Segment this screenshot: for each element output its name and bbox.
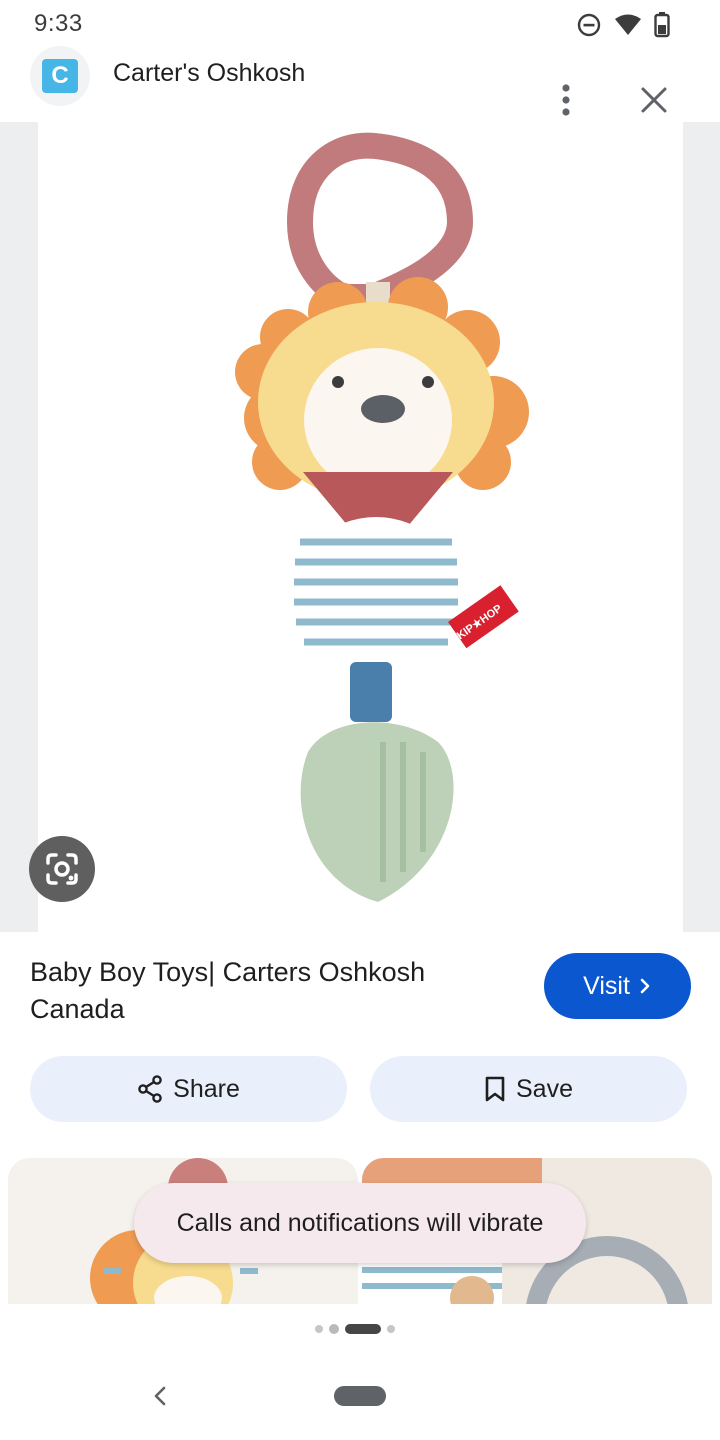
status-time: 9:33 bbox=[34, 10, 83, 37]
share-label: Share bbox=[173, 1074, 240, 1103]
save-label: Save bbox=[516, 1074, 573, 1103]
lens-icon bbox=[46, 853, 78, 885]
product-image[interactable]: SKIP★HOP bbox=[38, 122, 683, 932]
home-gesture-pill[interactable] bbox=[334, 1386, 386, 1406]
battery-icon bbox=[654, 12, 670, 38]
bookmark-icon bbox=[485, 1076, 505, 1102]
lion-toy-illustration: SKIP★HOP bbox=[235, 132, 529, 902]
close-button[interactable] bbox=[634, 80, 674, 120]
page-indicator bbox=[315, 1324, 395, 1334]
image-preview-area: SKIP★HOP bbox=[0, 122, 720, 932]
visit-button[interactable]: Visit bbox=[544, 953, 691, 1019]
page-dot bbox=[315, 1325, 323, 1333]
page-dot bbox=[387, 1325, 395, 1333]
page-dot bbox=[329, 1324, 339, 1334]
more-vert-icon bbox=[562, 84, 570, 116]
dnd-icon bbox=[577, 13, 601, 37]
wifi-icon bbox=[615, 14, 641, 35]
result-title[interactable]: Baby Boy Toys| Carters Oshkosh Canada bbox=[30, 954, 510, 1028]
back-icon[interactable] bbox=[148, 1382, 172, 1410]
page-dot-active bbox=[345, 1324, 381, 1334]
site-logo-letter: C bbox=[42, 59, 78, 93]
save-button[interactable]: Save bbox=[370, 1056, 687, 1122]
toast-message: Calls and notifications will vibrate bbox=[134, 1183, 586, 1263]
status-icons bbox=[576, 12, 670, 38]
site-favicon[interactable]: C bbox=[30, 46, 90, 106]
bottom-panel bbox=[0, 1304, 720, 1440]
share-button[interactable]: Share bbox=[30, 1056, 347, 1122]
chevron-right-icon bbox=[640, 978, 650, 994]
visit-label: Visit bbox=[583, 971, 630, 1000]
google-lens-button[interactable] bbox=[29, 836, 95, 902]
close-icon bbox=[641, 87, 667, 113]
share-icon bbox=[138, 1075, 162, 1103]
site-name[interactable]: Carter's Oshkosh bbox=[113, 59, 305, 88]
status-bar: 9:33 bbox=[0, 0, 720, 50]
viewer-header: C Carter's Oshkosh bbox=[0, 44, 720, 122]
more-options-button[interactable] bbox=[548, 80, 584, 120]
